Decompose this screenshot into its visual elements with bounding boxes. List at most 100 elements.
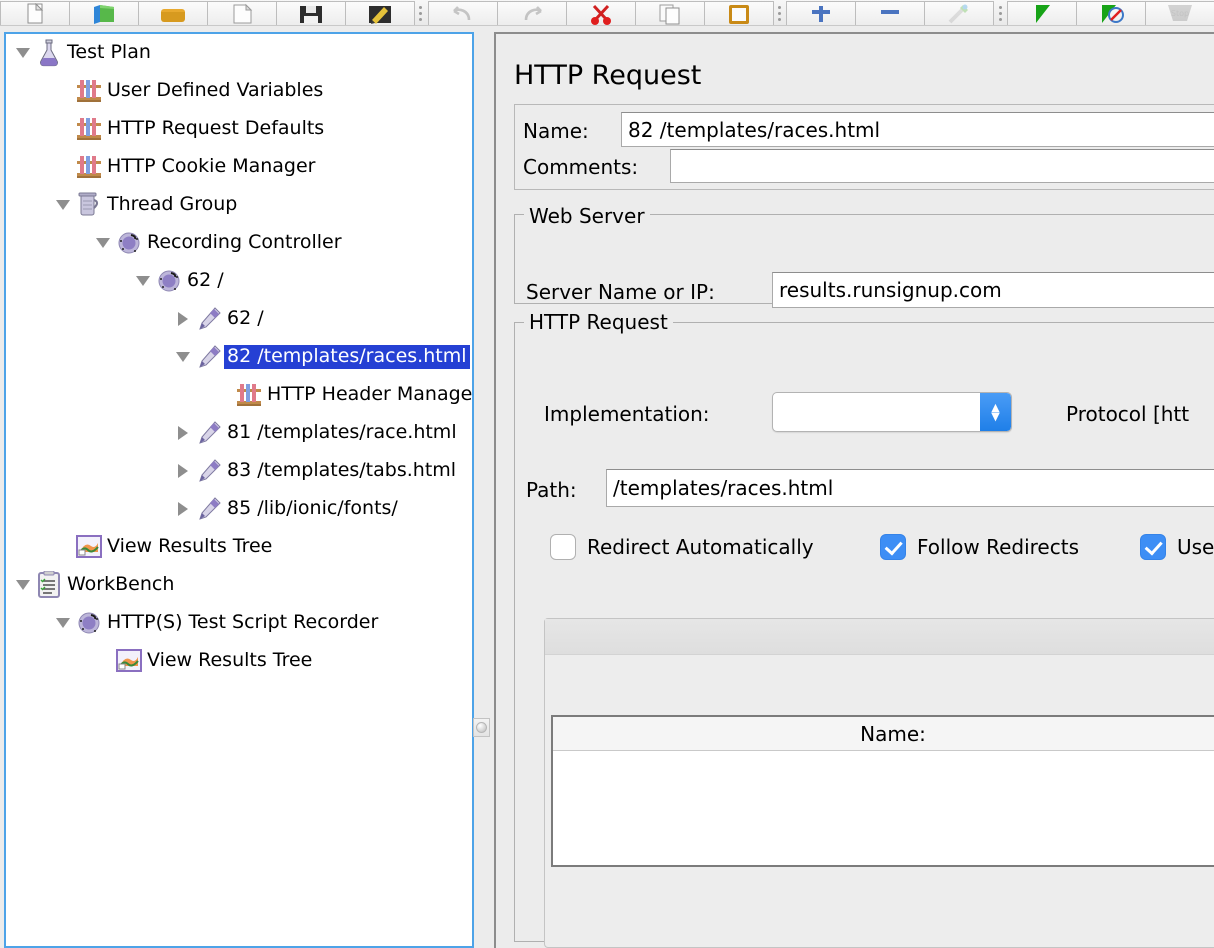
parameters-panel: Name: Detail — [544, 618, 1214, 948]
tree-node[interactable]: Test Plan — [6, 34, 472, 72]
chevron-down-icon[interactable] — [12, 34, 34, 72]
tree-node[interactable]: HTTP Cookie Manager — [6, 148, 472, 186]
chevron-down-icon[interactable] — [52, 604, 74, 642]
tree-node[interactable]: 85 /lib/ionic/fonts/ — [6, 490, 472, 528]
tree-node-label: 83 /templates/tabs.html — [227, 459, 457, 481]
table-body[interactable] — [553, 751, 1214, 865]
config-element-icon — [74, 72, 104, 110]
name-input[interactable]: 82 /templates/races.html — [621, 112, 1214, 147]
tree-node[interactable]: 62 / — [6, 262, 472, 300]
tree-node-label: 62 / — [227, 307, 264, 329]
svg-text:Stop: Stop — [1171, 9, 1189, 18]
panel-splitter[interactable] — [474, 32, 494, 948]
tree-node[interactable]: View Results Tree — [6, 642, 472, 680]
toggle-button[interactable] — [924, 1, 995, 25]
checkbox-box[interactable] — [880, 534, 906, 560]
expand-all-button[interactable] — [786, 1, 857, 25]
tree-node[interactable]: 82 /templates/races.html — [6, 338, 472, 376]
green-play-no-pause-icon — [1102, 4, 1125, 23]
path-input[interactable]: /templates/races.html — [606, 469, 1214, 507]
tree-node-label: 81 /templates/race.html — [227, 421, 457, 443]
chevron-right-icon[interactable] — [172, 490, 194, 528]
chevron-down-icon[interactable] — [52, 186, 74, 224]
toolbar-separator — [414, 1, 428, 25]
view-results-tree-icon — [74, 528, 104, 566]
tree-node[interactable]: 83 /templates/tabs.html — [6, 452, 472, 490]
tree-node[interactable]: Recording Controller — [6, 224, 472, 262]
toolbar-group-file — [0, 0, 415, 25]
tree-node[interactable]: Thread Group — [6, 186, 472, 224]
paste-button[interactable] — [703, 1, 774, 25]
redo-button[interactable] — [496, 1, 567, 25]
use-keepalive-checkbox[interactable]: Use — [1140, 534, 1214, 560]
toolbar-separator — [993, 1, 1007, 25]
parameters-table[interactable]: Name: — [551, 715, 1214, 867]
tree-node[interactable]: 81 /templates/race.html — [6, 414, 472, 452]
http-sampler-icon — [194, 490, 224, 528]
chevron-down-icon[interactable] — [172, 338, 194, 376]
tree-twisty-spacer — [92, 642, 114, 680]
chevron-right-icon[interactable] — [172, 300, 194, 338]
config-element-icon — [234, 376, 264, 414]
copy-button[interactable] — [634, 1, 705, 25]
tree-node[interactable]: HTTP Request Defaults — [6, 110, 472, 148]
tree-node-label: Thread Group — [107, 193, 238, 215]
http-sampler-icon — [194, 414, 224, 452]
stop-button[interactable]: Stop — [1145, 1, 1214, 25]
tree-node-label: WorkBench — [67, 573, 175, 595]
test-plan-flask-icon — [34, 34, 64, 72]
open-button[interactable] — [138, 1, 208, 25]
follow-redirects-checkbox[interactable]: Follow Redirects — [880, 534, 1079, 560]
collapse-all-button[interactable] — [855, 1, 926, 25]
implementation-select[interactable]: ▲ ▼ — [772, 392, 1012, 432]
undo-button[interactable] — [427, 1, 498, 25]
tree-node-label: HTTP Cookie Manager — [107, 155, 316, 177]
chevron-right-icon[interactable] — [172, 414, 194, 452]
start-no-pauses-button[interactable] — [1076, 1, 1147, 25]
checkbox-label: Follow Redirects — [917, 535, 1079, 559]
checkbox-box[interactable] — [1140, 534, 1166, 560]
tree-node[interactable]: View Results Tree — [6, 528, 472, 566]
parameters-tabstrip[interactable] — [545, 619, 1214, 655]
toolbar-group-run: Stop — [1007, 0, 1214, 25]
save-as-button[interactable] — [345, 1, 415, 25]
comments-input[interactable] — [670, 149, 1214, 183]
tree-node-label: View Results Tree — [147, 649, 313, 671]
folder-icon — [161, 8, 185, 22]
splitter-grip[interactable] — [473, 718, 490, 737]
protocol-label: Protocol [htt — [1066, 402, 1190, 426]
floppy-disk-icon — [300, 5, 322, 23]
checkbox-box[interactable] — [550, 534, 576, 560]
tree-node[interactable]: 62 / — [6, 300, 472, 338]
page-title: HTTP Request — [514, 60, 702, 91]
thread-group-icon — [74, 186, 104, 224]
tree-node[interactable]: HTTP(S) Test Script Recorder — [6, 604, 472, 642]
http-request-editor: HTTP Request Name: 82 /templates/races.h… — [494, 32, 1214, 948]
chevron-right-icon[interactable] — [172, 452, 194, 490]
tree-twisty-spacer — [52, 528, 74, 566]
plus-expand-icon — [812, 5, 831, 22]
test-plan-tree[interactable]: Test Plan User Defined Variables HTTP Requ… — [4, 32, 474, 948]
controller-icon — [74, 604, 104, 642]
chevron-down-icon[interactable] — [92, 224, 114, 262]
server-name-input[interactable]: results.runsignup.com — [772, 272, 1214, 308]
chevron-down-icon[interactable] — [12, 566, 34, 604]
save-button[interactable] — [276, 1, 346, 25]
green-book-icon — [94, 4, 114, 24]
pencil-disk-icon — [369, 5, 391, 24]
chevron-down-icon[interactable] — [132, 262, 154, 300]
start-button[interactable] — [1007, 1, 1078, 25]
cut-button[interactable] — [565, 1, 636, 25]
tree-twisty-spacer — [52, 110, 74, 148]
new-button[interactable] — [0, 1, 70, 25]
page-icon — [233, 3, 253, 23]
redirect-automatically-checkbox[interactable]: Redirect Automatically — [550, 534, 814, 560]
templates-button[interactable] — [69, 1, 139, 25]
tree-node[interactable]: HTTP Header Manager — [6, 376, 472, 414]
tree-node[interactable]: WorkBench — [6, 566, 472, 604]
tree-node[interactable]: User Defined Variables — [6, 72, 472, 110]
chevron-updown-icon[interactable]: ▲ ▼ — [980, 393, 1011, 431]
checkbox-label: Use — [1177, 535, 1214, 559]
http-sampler-icon — [194, 338, 224, 376]
close-button[interactable] — [207, 1, 277, 25]
